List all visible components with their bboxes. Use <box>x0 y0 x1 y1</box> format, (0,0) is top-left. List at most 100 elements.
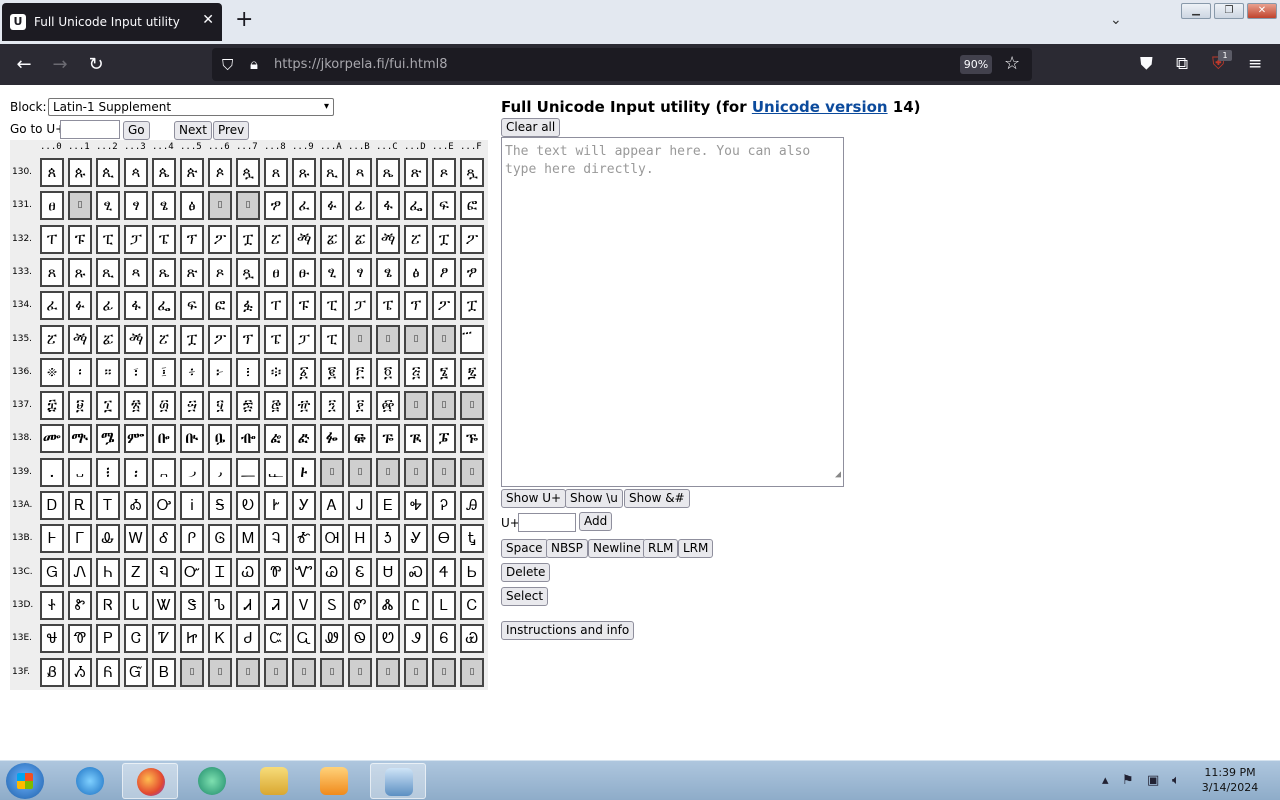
char-cell[interactable]: ፈ <box>292 191 316 220</box>
char-cell[interactable]: ᎄ <box>152 424 176 453</box>
char-cell[interactable]: ፘ <box>152 325 176 354</box>
char-cell[interactable]: ፹ <box>292 391 316 420</box>
char-cell[interactable]: ፊ <box>348 191 372 220</box>
unassigned-char-cell[interactable]: ▯ <box>376 325 400 354</box>
char-cell[interactable]: Ꮍ <box>404 524 428 553</box>
char-cell[interactable]: Ꮔ <box>152 558 176 587</box>
char-cell[interactable]: Ꮾ <box>432 624 456 653</box>
char-cell[interactable]: ፓ <box>292 325 316 354</box>
char-cell[interactable]: Ꮁ <box>68 524 92 553</box>
char-cell[interactable]: Ꮆ <box>208 524 232 553</box>
new-tab-button[interactable]: + <box>235 9 253 31</box>
add-button[interactable]: Add <box>579 512 613 531</box>
char-cell[interactable]: ፆ <box>432 258 456 287</box>
char-cell[interactable]: ፸ <box>264 391 288 420</box>
char-cell[interactable]: Ꮚ <box>320 558 344 587</box>
unassigned-char-cell[interactable]: ▯ <box>432 458 456 487</box>
char-cell[interactable]: Ꭶ <box>208 491 232 520</box>
char-cell[interactable]: ፒ <box>96 225 120 254</box>
char-cell[interactable]: ፠ <box>40 358 64 387</box>
char-cell[interactable]: ፫ <box>348 358 372 387</box>
char-cell[interactable]: ጼ <box>152 258 176 287</box>
char-cell[interactable]: ፊ <box>96 291 120 320</box>
char-cell[interactable]: ፳ <box>124 391 148 420</box>
char-cell[interactable]: ᎍ <box>404 424 428 453</box>
char-cell[interactable]: Ꮪ <box>320 591 344 620</box>
char-cell[interactable]: ᎕ <box>180 458 204 487</box>
char-cell[interactable]: Ꮅ <box>180 524 204 553</box>
char-cell[interactable]: Ꮳ <box>124 624 148 653</box>
char-cell[interactable]: Ꮯ <box>460 591 484 620</box>
taskbar-media[interactable] <box>306 763 362 799</box>
instructions-button[interactable]: Instructions and info <box>501 621 635 640</box>
char-cell[interactable]: Ꮕ <box>180 558 204 587</box>
char-cell[interactable]: Ꭻ <box>348 491 372 520</box>
minimize-button[interactable]: ▁ <box>1181 3 1211 19</box>
char-cell[interactable]: ጷ <box>236 158 260 187</box>
unassigned-char-cell[interactable]: ▯ <box>404 391 428 420</box>
char-cell[interactable]: ᎘ <box>264 458 288 487</box>
char-cell[interactable]: ᎆ <box>208 424 232 453</box>
char-cell[interactable]: Ꮥ <box>180 591 204 620</box>
char-cell[interactable]: ፗ <box>236 225 260 254</box>
char-cell[interactable]: Ꭱ <box>68 491 92 520</box>
unassigned-char-cell[interactable]: ▯ <box>432 325 456 354</box>
show-entity-button[interactable]: Show &# <box>624 489 690 508</box>
show-uplus-button[interactable]: Show U+ <box>501 489 567 508</box>
char-cell[interactable]: ። <box>96 358 120 387</box>
unassigned-char-cell[interactable]: ▯ <box>320 658 344 687</box>
nbsp-button[interactable]: NBSP <box>546 539 588 558</box>
char-cell[interactable]: ፕ <box>236 325 260 354</box>
char-cell[interactable]: ፑ <box>68 225 92 254</box>
close-window-button[interactable]: ✕ <box>1247 3 1277 19</box>
char-cell[interactable]: ፧ <box>236 358 260 387</box>
char-cell[interactable]: ፕ <box>180 225 204 254</box>
char-cell[interactable]: ፗ <box>180 325 204 354</box>
char-cell[interactable]: ፅ <box>180 191 204 220</box>
output-textarea[interactable]: The text will appear here. You can also … <box>501 137 844 487</box>
unassigned-char-cell[interactable]: ▯ <box>320 458 344 487</box>
lrm-button[interactable]: LRM <box>678 539 714 558</box>
char-cell[interactable]: ፐ <box>264 291 288 320</box>
char-cell[interactable]: ፩ <box>292 358 316 387</box>
char-cell[interactable]: ፲ <box>96 391 120 420</box>
bookmark-star-icon[interactable]: ☆ <box>1004 53 1020 74</box>
reload-icon[interactable]: ↻ <box>84 53 108 77</box>
char-cell[interactable]: Ꮨ <box>264 591 288 620</box>
char-cell[interactable]: ፁ <box>292 258 316 287</box>
char-cell[interactable]: ፇ <box>264 191 288 220</box>
clear-all-button[interactable]: Clear all <box>501 118 561 137</box>
unassigned-char-cell[interactable]: ▯ <box>404 658 428 687</box>
lock-icon[interactable]: 🔒︎ <box>250 55 258 73</box>
char-cell[interactable]: ᎃ <box>124 424 148 453</box>
char-cell[interactable]: ፍ <box>432 191 456 220</box>
char-cell[interactable]: ᎀ <box>40 424 64 453</box>
char-cell[interactable]: Ꮗ <box>236 558 260 587</box>
restore-button[interactable]: ❐ <box>1214 3 1244 19</box>
char-cell[interactable]: ፖ <box>432 291 456 320</box>
unassigned-char-cell[interactable]: ▯ <box>376 658 400 687</box>
char-cell[interactable]: ጼ <box>376 158 400 187</box>
char-cell[interactable]: Ꮮ <box>432 591 456 620</box>
char-cell[interactable]: ᎒ <box>96 458 120 487</box>
char-cell[interactable]: Ꮋ <box>348 524 372 553</box>
go-button[interactable]: Go <box>123 121 150 140</box>
char-cell[interactable]: Ꮶ <box>208 624 232 653</box>
char-cell[interactable]: ፌ <box>404 191 428 220</box>
char-cell[interactable]: ፺ <box>320 391 344 420</box>
char-cell[interactable]: ጹ <box>292 158 316 187</box>
url-text[interactable]: https://jkorpela.fi/fui.html8 <box>274 57 448 72</box>
char-cell[interactable]: ጸ <box>264 158 288 187</box>
unassigned-char-cell[interactable]: ▯ <box>208 191 232 220</box>
unassigned-char-cell[interactable]: ▯ <box>460 658 484 687</box>
char-cell[interactable]: ፔ <box>376 291 400 320</box>
char-cell[interactable]: ᎏ <box>460 424 484 453</box>
menu-hamburger-icon[interactable]: ≡ <box>1248 54 1262 74</box>
char-cell[interactable]: Ᏻ <box>124 658 148 687</box>
char-cell[interactable]: ፀ <box>40 191 64 220</box>
char-cell[interactable]: ᎉ <box>292 424 316 453</box>
char-cell[interactable]: ፷ <box>236 391 260 420</box>
char-cell[interactable]: ፗ <box>460 291 484 320</box>
char-cell[interactable]: Ꮭ <box>404 591 428 620</box>
char-cell[interactable]: ᎑ <box>68 458 92 487</box>
